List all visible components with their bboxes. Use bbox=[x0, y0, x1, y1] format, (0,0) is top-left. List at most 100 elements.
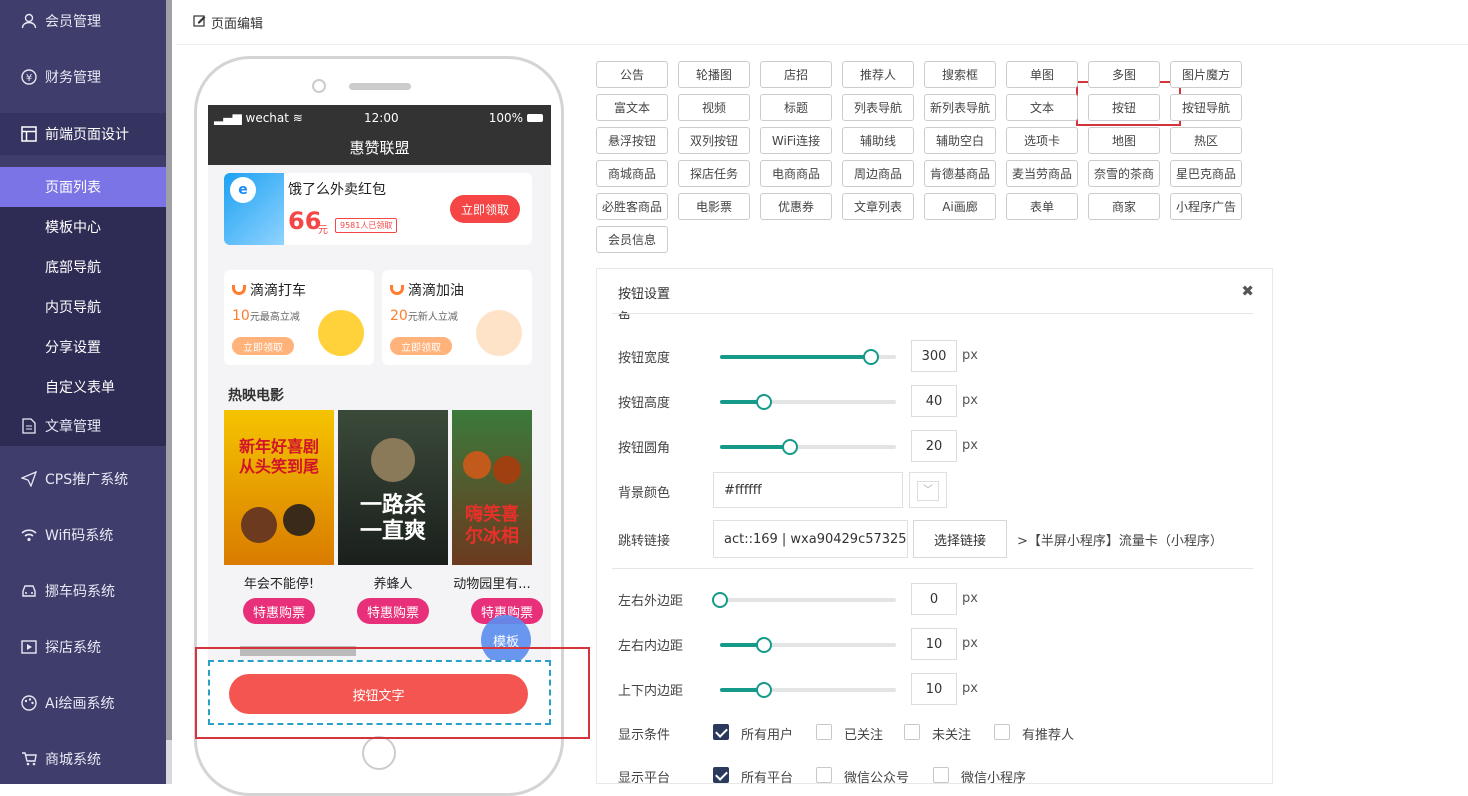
component-kfc-goods[interactable]: 肯德基商品 bbox=[924, 160, 996, 187]
sub-item-page-list[interactable]: 页面列表 bbox=[0, 167, 166, 207]
nav-mall[interactable]: 商城系统 bbox=[0, 739, 166, 779]
component-video[interactable]: 视频 bbox=[678, 94, 750, 121]
component-mall-goods[interactable]: 商城商品 bbox=[596, 160, 668, 187]
component-rich-text[interactable]: 富文本 bbox=[596, 94, 668, 121]
component-form[interactable]: 表单 bbox=[1006, 193, 1078, 220]
nav-member[interactable]: 会员管理 bbox=[0, 1, 166, 41]
button-width-input[interactable]: 300 bbox=[911, 340, 957, 372]
sub-item-share-settings[interactable]: 分享设置 bbox=[0, 327, 166, 367]
component-multi-image[interactable]: 多图 bbox=[1088, 61, 1160, 88]
component-carousel[interactable]: 轮播图 bbox=[678, 61, 750, 88]
sub-item-bottom-nav[interactable]: 底部导航 bbox=[0, 247, 166, 287]
bg-color-input[interactable]: #ffffff bbox=[713, 472, 903, 508]
buy-ticket-button[interactable]: 特惠购票 bbox=[243, 598, 315, 624]
component-button-nav[interactable]: 按钮导航 bbox=[1170, 94, 1242, 121]
component-nearby-goods[interactable]: 周边商品 bbox=[842, 160, 914, 187]
jump-link-input[interactable]: act::169 | wxa90429c57325c bbox=[713, 520, 908, 558]
component-mcd-goods[interactable]: 麦当劳商品 bbox=[1006, 160, 1078, 187]
button-height-label: 按钮高度 bbox=[618, 396, 671, 411]
document-icon bbox=[20, 417, 38, 435]
component-store-sign[interactable]: 店招 bbox=[760, 61, 832, 88]
nav-wifi[interactable]: Wifi码系统 bbox=[0, 515, 166, 555]
component-single-image[interactable]: 单图 bbox=[1006, 61, 1078, 88]
button-radius-slider[interactable] bbox=[720, 439, 896, 455]
eleme-coupon-card[interactable]: e 饿了么外卖红包 66 元 9581人已领取 立即领取 bbox=[224, 173, 532, 245]
component-map[interactable]: 地图 bbox=[1088, 127, 1160, 154]
cart-icon bbox=[20, 750, 38, 768]
component-image-cube[interactable]: 图片魔方 bbox=[1170, 61, 1242, 88]
outer-margin-slider[interactable] bbox=[712, 592, 896, 608]
component-new-list-nav[interactable]: 新列表导航 bbox=[924, 94, 996, 121]
nav-cps[interactable]: CPS推广系统 bbox=[0, 459, 166, 499]
component-ai-gallery[interactable]: Ai画廊 bbox=[924, 193, 996, 220]
component-movie-ticket[interactable]: 电影票 bbox=[678, 193, 750, 220]
color-picker[interactable]: ﹀ bbox=[909, 472, 947, 508]
checkbox-all-platforms[interactable] bbox=[713, 767, 729, 783]
claim-button[interactable]: 立即领取 bbox=[390, 337, 452, 355]
vertical-padding-input[interactable]: 10 bbox=[911, 673, 957, 705]
close-icon[interactable]: ✖ bbox=[1241, 282, 1254, 300]
component-guide-line[interactable]: 辅助线 bbox=[842, 127, 914, 154]
nav-frontend-design[interactable]: 前端页面设计 bbox=[0, 113, 166, 155]
component-merchant[interactable]: 商家 bbox=[1088, 193, 1160, 220]
movie-name: 年会不能停! bbox=[243, 577, 315, 592]
component-hotspot[interactable]: 热区 bbox=[1170, 127, 1242, 154]
button-height-slider[interactable] bbox=[720, 394, 896, 410]
component-float-button[interactable]: 悬浮按钮 bbox=[596, 127, 668, 154]
movie-poster[interactable]: 新年好喜剧 从头笑到尾 bbox=[224, 410, 334, 565]
select-link-button[interactable]: 选择链接 bbox=[913, 520, 1007, 558]
checkbox-has-referrer[interactable] bbox=[994, 724, 1010, 740]
nav-finance[interactable]: ¥ 财务管理 bbox=[0, 57, 166, 97]
movie-poster[interactable]: 一路杀 一直爽 bbox=[338, 410, 448, 565]
component-search-box[interactable]: 搜索框 bbox=[924, 61, 996, 88]
sub-item-custom-form[interactable]: 自定义表单 bbox=[0, 367, 166, 407]
svg-text:一路杀: 一路杀 bbox=[360, 492, 426, 518]
inner-padding-input[interactable]: 10 bbox=[911, 628, 957, 660]
nav-ai-paint[interactable]: Ai绘画系统 bbox=[0, 683, 166, 723]
buy-ticket-button[interactable]: 特惠购票 bbox=[357, 598, 429, 624]
checkbox-wechat-miniapp[interactable] bbox=[933, 767, 949, 783]
nav-store-visit[interactable]: 探店系统 bbox=[0, 627, 166, 667]
svg-text:一直爽: 一直爽 bbox=[360, 518, 426, 544]
component-text[interactable]: 文本 bbox=[1006, 94, 1078, 121]
button-radius-input[interactable]: 20 bbox=[911, 430, 957, 462]
component-referrer[interactable]: 推荐人 bbox=[842, 61, 914, 88]
nav-parking[interactable]: 挪车码系统 bbox=[0, 571, 166, 611]
outer-margin-input[interactable]: 0 bbox=[911, 583, 957, 615]
component-article-list[interactable]: 文章列表 bbox=[842, 193, 914, 220]
component-ecom-goods[interactable]: 电商商品 bbox=[760, 160, 832, 187]
button-width-slider[interactable] bbox=[720, 349, 896, 365]
claim-button[interactable]: 立即领取 bbox=[232, 337, 294, 355]
component-visit-task[interactable]: 探店任务 bbox=[678, 160, 750, 187]
component-miniapp-ad[interactable]: 小程序广告 bbox=[1170, 193, 1242, 220]
component-pizzahut-goods[interactable]: 必胜客商品 bbox=[596, 193, 668, 220]
didi-taxi-card[interactable]: 滴滴打车 10元最高立减 立即领取 bbox=[224, 270, 374, 365]
component-member-info[interactable]: 会员信息 bbox=[596, 226, 668, 253]
component-button[interactable]: 按钮 bbox=[1088, 94, 1160, 121]
component-list-nav[interactable]: 列表导航 bbox=[842, 94, 914, 121]
button-height-input[interactable]: 40 bbox=[911, 385, 957, 417]
component-starbucks-goods[interactable]: 星巴克商品 bbox=[1170, 160, 1242, 187]
component-spacer[interactable]: 辅助空白 bbox=[924, 127, 996, 154]
sub-item-template-center[interactable]: 模板中心 bbox=[0, 207, 166, 247]
carrier: ▂▄▆ wechat ≋ bbox=[214, 111, 303, 125]
component-heading[interactable]: 标题 bbox=[760, 94, 832, 121]
component-tabs[interactable]: 选项卡 bbox=[1006, 127, 1078, 154]
nav-articles[interactable]: 文章管理 bbox=[0, 406, 166, 446]
component-coupon[interactable]: 优惠券 bbox=[760, 193, 832, 220]
vertical-padding-slider[interactable] bbox=[720, 682, 896, 698]
checkbox-wechat-oa[interactable] bbox=[816, 767, 832, 783]
inner-padding-slider[interactable] bbox=[720, 637, 896, 653]
sub-item-inner-nav[interactable]: 内页导航 bbox=[0, 287, 166, 327]
component-wifi-connect[interactable]: WiFi连接 bbox=[760, 127, 832, 154]
movie-poster[interactable]: 嗨笑喜 尔冰相 bbox=[452, 410, 532, 565]
checkbox-not-followed[interactable] bbox=[904, 724, 920, 740]
checkbox-followed[interactable] bbox=[816, 724, 832, 740]
checkbox-all-users[interactable] bbox=[713, 724, 729, 740]
didi-fuel-card[interactable]: 滴滴加油 20元新人立减 立即领取 bbox=[382, 270, 532, 365]
component-notice[interactable]: 公告 bbox=[596, 61, 668, 88]
sidebar-scrollbar[interactable] bbox=[166, 0, 172, 784]
component-naixue-goods[interactable]: 奈雪的茶商 bbox=[1088, 160, 1160, 187]
claim-button[interactable]: 立即领取 bbox=[450, 195, 520, 223]
component-double-button[interactable]: 双列按钮 bbox=[678, 127, 750, 154]
